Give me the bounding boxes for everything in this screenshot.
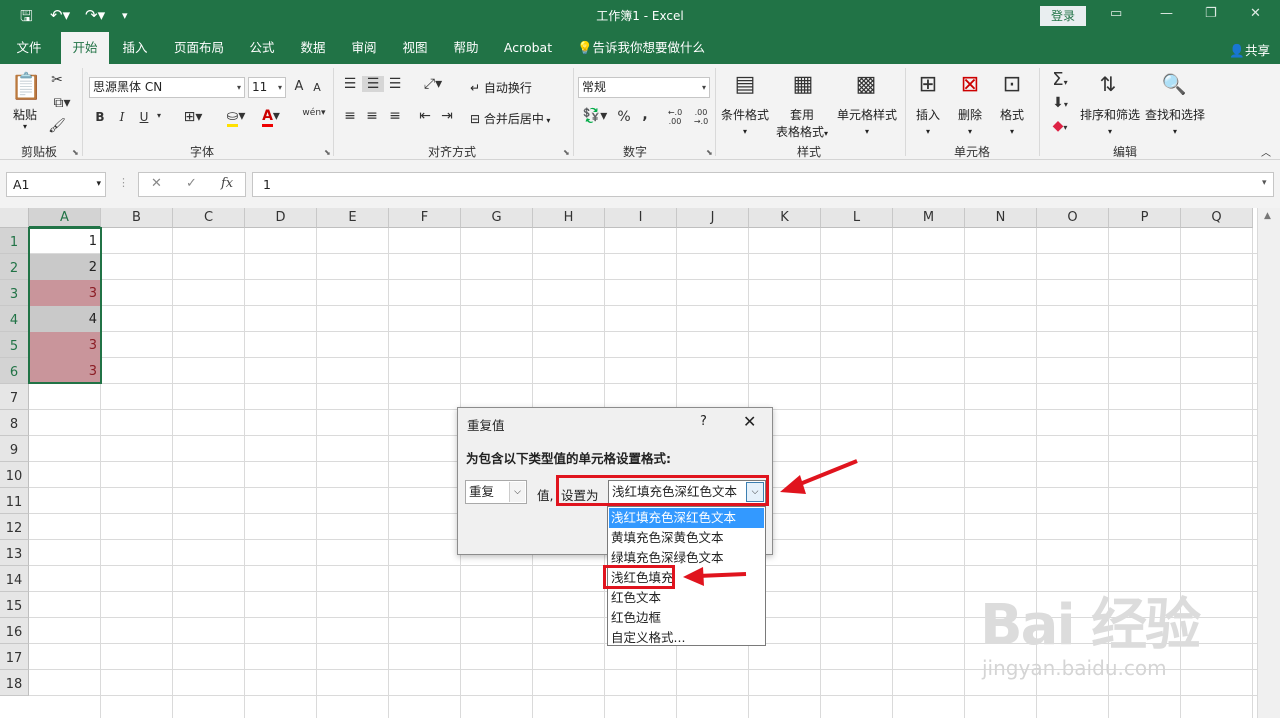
watermark: Bai 经验 jingyan.baidu.com [980,593,1201,680]
